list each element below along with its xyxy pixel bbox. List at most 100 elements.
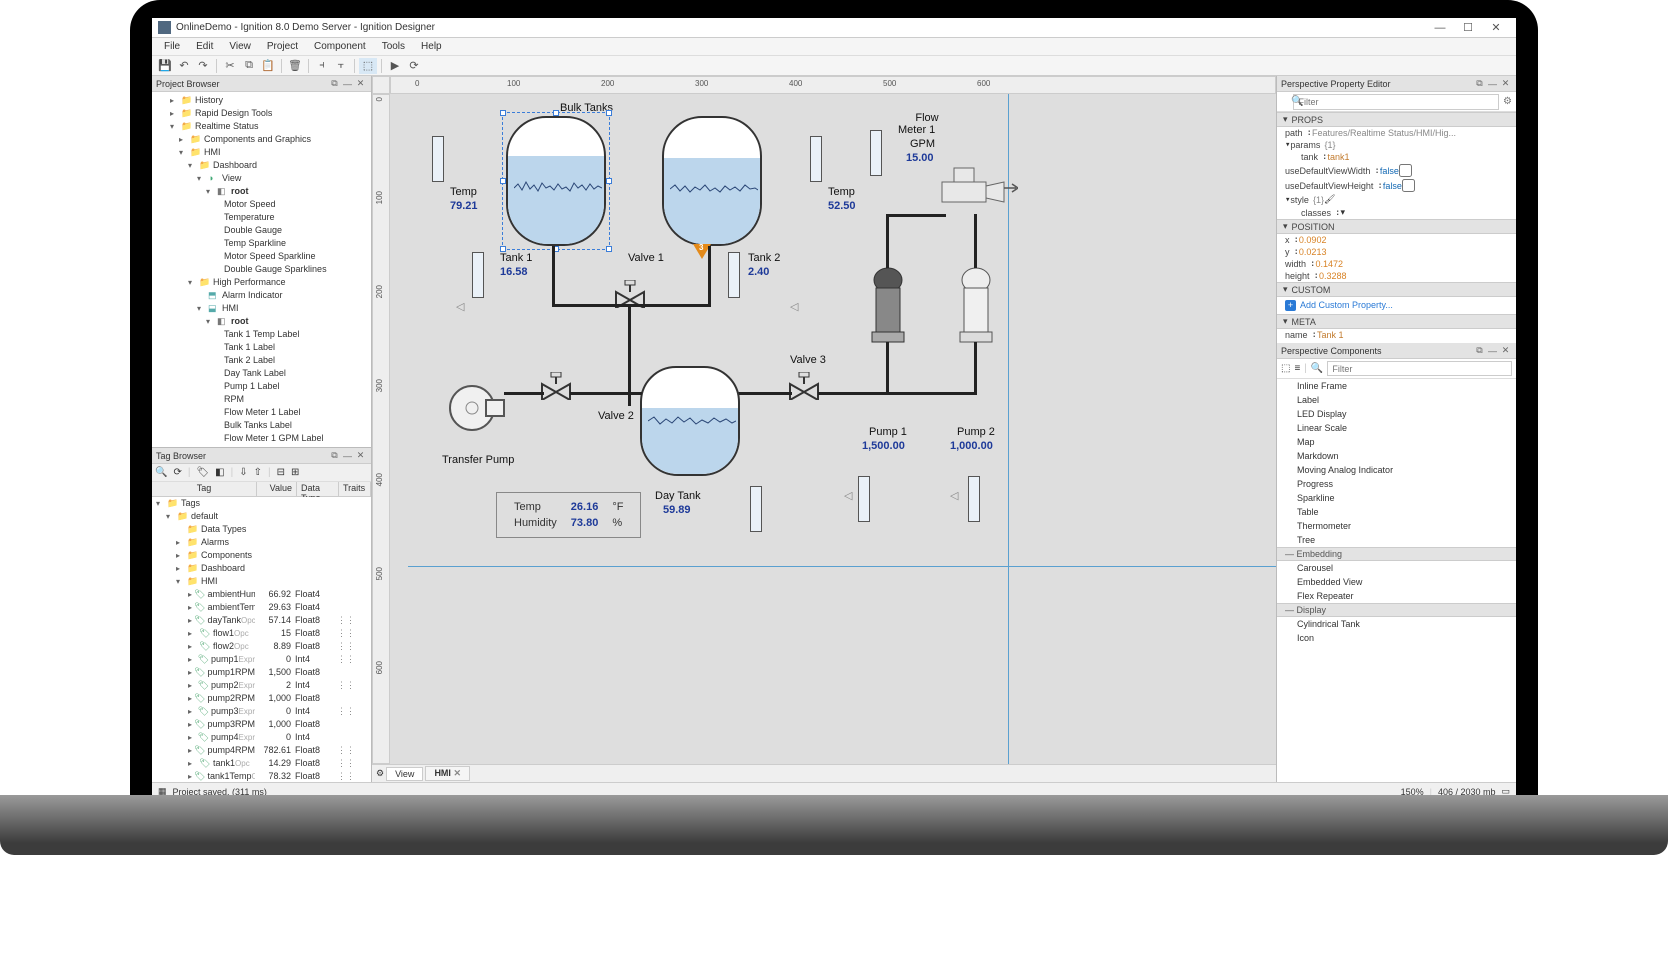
tag-folder[interactable]: ▸📁Dashboard bbox=[152, 562, 371, 575]
export-icon[interactable]: ⇧ bbox=[254, 467, 262, 478]
minimize-button[interactable]: — bbox=[1426, 22, 1454, 34]
panel-min-icon[interactable]: — bbox=[1486, 79, 1499, 89]
tree-item[interactable]: ▾◑View bbox=[152, 172, 371, 185]
tree-item[interactable]: Flow Meter 1 GPM Label bbox=[152, 432, 371, 445]
tag-folder[interactable]: ▾📁default bbox=[152, 510, 371, 523]
tag-table[interactable]: ▾📁Tags▾📁default📁Data Types▸📁Alarms▸📁Comp… bbox=[152, 497, 371, 782]
play-icon[interactable]: ▶ bbox=[386, 58, 404, 74]
transfer-pump-icon[interactable] bbox=[446, 380, 506, 432]
delete-icon[interactable]: 🗑 bbox=[286, 58, 304, 74]
pump2-icon[interactable] bbox=[956, 266, 996, 346]
component-item[interactable]: Embedded View bbox=[1277, 575, 1516, 589]
refresh-icon[interactable]: ⟳ bbox=[405, 58, 423, 74]
panel-popout-icon[interactable]: ⧉ bbox=[1473, 345, 1486, 356]
component-item[interactable]: Flex Repeater bbox=[1277, 589, 1516, 603]
tag-folder[interactable]: ▸📁Alarms bbox=[152, 536, 371, 549]
tree-item[interactable]: Motor Speed bbox=[152, 198, 371, 211]
tree-item[interactable]: Temp Sparkline bbox=[152, 237, 371, 250]
tree-item[interactable]: ▾📁Realtime Status bbox=[152, 120, 371, 133]
tag-row[interactable]: ▸🏷flow2 Opc8.89Float8⋮⋮ bbox=[152, 640, 371, 653]
tag-row[interactable]: ▸🏷pump4 Expr0Int4 bbox=[152, 731, 371, 744]
paste-icon[interactable]: 📋 bbox=[259, 58, 277, 74]
tag-row[interactable]: ▸🏷pump1 Expr0Int4⋮⋮ bbox=[152, 653, 371, 666]
tree-item[interactable]: ▾⬓HMI bbox=[152, 302, 371, 315]
use-default-width-checkbox[interactable] bbox=[1399, 164, 1412, 177]
tag-row[interactable]: ▸🏷pump1RPM Opc1,500Float8 bbox=[152, 666, 371, 679]
search-icon[interactable]: 🔍 bbox=[155, 467, 167, 478]
tag-udt-icon[interactable]: ◧ bbox=[215, 467, 224, 478]
component-item[interactable]: Tree bbox=[1277, 533, 1516, 547]
tag-row[interactable]: ▸🏷ambientTemp Opc29.63Float4 bbox=[152, 601, 371, 614]
pump1-icon[interactable] bbox=[868, 266, 908, 346]
property-filter-input[interactable] bbox=[1293, 94, 1499, 110]
tree-item[interactable]: Flow Meter 1 Label bbox=[152, 406, 371, 419]
component-item[interactable]: Carousel bbox=[1277, 561, 1516, 575]
tree-item[interactable]: ▾◧root bbox=[152, 185, 371, 198]
tree-item[interactable]: Double Gauge Sparklines bbox=[152, 263, 371, 276]
tree-item[interactable]: Tank 1 Temp Label bbox=[152, 328, 371, 341]
flow-gauge[interactable] bbox=[870, 130, 882, 176]
collapse-icon[interactable]: ⊟ bbox=[277, 467, 285, 478]
component-item[interactable]: LED Display bbox=[1277, 407, 1516, 421]
tag-folder[interactable]: ▾📁HMI bbox=[152, 575, 371, 588]
use-default-height-checkbox[interactable] bbox=[1402, 179, 1415, 192]
tag-add-icon[interactable]: 🏷 bbox=[196, 467, 209, 478]
pump2-gauge[interactable] bbox=[968, 476, 980, 522]
tag-row[interactable]: ▸🏷pump4RPM Opc782.61Float8⋮⋮ bbox=[152, 744, 371, 757]
menu-edit[interactable]: Edit bbox=[188, 41, 221, 52]
maximize-button[interactable]: ☐ bbox=[1454, 21, 1482, 34]
component-item[interactable]: Inline Frame bbox=[1277, 379, 1516, 393]
import-icon[interactable]: ⇩ bbox=[239, 467, 247, 478]
menu-project[interactable]: Project bbox=[259, 41, 306, 52]
component-item[interactable]: Progress bbox=[1277, 477, 1516, 491]
tree-item[interactable]: Motor Speed Sparkline bbox=[152, 250, 371, 263]
tree-item[interactable]: Temperature bbox=[152, 211, 371, 224]
preview-icon[interactable]: ⬚ bbox=[359, 58, 377, 74]
align-icon[interactable]: ⫞ bbox=[313, 58, 331, 74]
panel-popout-icon[interactable]: ⧉ bbox=[328, 78, 341, 89]
tree-item[interactable]: Tank 2 Label bbox=[152, 354, 371, 367]
menu-view[interactable]: View bbox=[221, 41, 259, 52]
refresh-icon[interactable]: ⟳ bbox=[173, 467, 181, 478]
component-item[interactable]: Table bbox=[1277, 505, 1516, 519]
component-filter-input[interactable] bbox=[1327, 361, 1512, 376]
tag-row[interactable]: ▸🏷pump3 Expr0Int4⋮⋮ bbox=[152, 705, 371, 718]
component-item[interactable]: Thermometer bbox=[1277, 519, 1516, 533]
undo-icon[interactable]: ↶ bbox=[175, 58, 193, 74]
panel-min-icon[interactable]: — bbox=[1486, 346, 1499, 356]
panel-close-icon[interactable]: ✕ bbox=[1499, 78, 1512, 89]
add-custom-property[interactable]: +Add Custom Property... bbox=[1277, 297, 1516, 314]
tag-row[interactable]: ▸🏷pump2RPM Opc1,000Float8 bbox=[152, 692, 371, 705]
tree-item[interactable]: ▸📁History bbox=[152, 94, 371, 107]
tag-folder[interactable]: 📁Data Types bbox=[152, 523, 371, 536]
temp1-gauge[interactable] bbox=[432, 136, 444, 182]
copy-icon[interactable]: ⧉ bbox=[240, 58, 258, 74]
component-item[interactable]: Moving Analog Indicator bbox=[1277, 463, 1516, 477]
dropdown-icon[interactable]: ▾ bbox=[1340, 207, 1345, 218]
paint-icon[interactable]: 🖌 bbox=[1324, 194, 1335, 205]
component-item[interactable]: Label bbox=[1277, 393, 1516, 407]
tree-item[interactable]: ▾📁Dashboard bbox=[152, 159, 371, 172]
tree-item[interactable]: ▾📁High Performance bbox=[152, 276, 371, 289]
close-button[interactable]: ✕ bbox=[1482, 21, 1510, 34]
tree-item[interactable]: Tank 1 Label bbox=[152, 341, 371, 354]
save-icon[interactable]: 💾 bbox=[156, 58, 174, 74]
redo-icon[interactable]: ↷ bbox=[194, 58, 212, 74]
tree-item[interactable]: Pump 1 Label bbox=[152, 380, 371, 393]
tree-item[interactable]: ▾📁HMI bbox=[152, 146, 371, 159]
distribute-icon[interactable]: ⫟ bbox=[332, 58, 350, 74]
panel-min-icon[interactable]: — bbox=[341, 79, 354, 89]
tank1-gauge[interactable] bbox=[472, 252, 484, 298]
settings-icon[interactable]: ⚙ bbox=[1503, 96, 1512, 107]
component-item[interactable]: Markdown bbox=[1277, 449, 1516, 463]
tree-item[interactable]: Bulk Tanks Label bbox=[152, 419, 371, 432]
valve3-icon[interactable] bbox=[788, 372, 820, 400]
menu-component[interactable]: Component bbox=[306, 41, 374, 52]
day-tank[interactable] bbox=[640, 366, 740, 476]
temp2-gauge[interactable] bbox=[810, 136, 822, 182]
component-item[interactable]: Cylindrical Tank bbox=[1277, 617, 1516, 631]
tree-item[interactable]: RPM bbox=[152, 393, 371, 406]
component-item[interactable]: Map bbox=[1277, 435, 1516, 449]
component-item[interactable]: Sparkline bbox=[1277, 491, 1516, 505]
tree-item[interactable]: ▸📁Components and Graphics bbox=[152, 133, 371, 146]
